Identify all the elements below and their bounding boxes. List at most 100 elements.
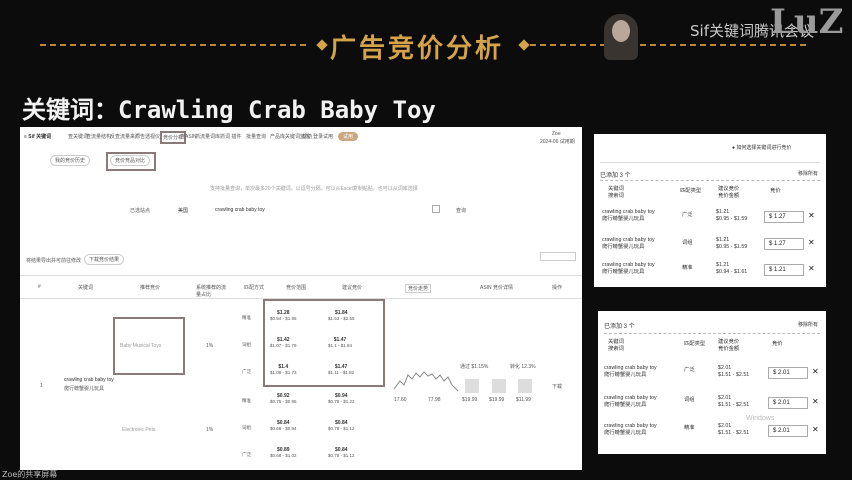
help-hint[interactable]: ● 如何选择关键词进行竞价 (732, 144, 791, 151)
match-type: 广泛 (242, 452, 251, 457)
asin-price: $19.99 (489, 397, 505, 403)
col-suggested: 建议竞价 (342, 285, 363, 291)
sugg-bid: $2.01 (718, 395, 732, 401)
nav-item[interactable]: 批量查询 (246, 133, 266, 140)
currency: $ (769, 241, 773, 247)
presenter-face (612, 20, 630, 42)
share-watermark: Zoe的共享屏幕 (2, 470, 58, 479)
bid-range: $1.08 - $1.73 (270, 370, 297, 375)
bid-input[interactable]: $ 2.01 (768, 367, 808, 379)
nav-item[interactable]: 帮助 (302, 133, 312, 140)
bid-range: $0.68 - $0.94 (270, 426, 297, 431)
col-suggested: 建议竞价 (718, 339, 740, 345)
col-match: 匹配类型 (680, 188, 702, 194)
nav-item[interactable]: 抓词 插件 (220, 133, 241, 140)
row-action[interactable]: 下载 (552, 383, 562, 390)
nav-item[interactable]: 产品库 (270, 133, 285, 140)
app-logo[interactable]: ≡ Sif 关键词 (24, 133, 51, 140)
sugg-cell: $0.84 $0.78 - $1.12 (328, 447, 355, 459)
sugg-bid: $2.01 (718, 423, 732, 429)
asin-thumb[interactable] (465, 379, 479, 393)
sugg-cell: $1.47 $1.11 - $1.82 (328, 364, 354, 376)
remove-all-button[interactable]: 移除所有 (798, 321, 818, 328)
match-type: 广泛 (682, 212, 693, 218)
tab-compare[interactable]: 竞价竞品对比 (110, 155, 151, 166)
asin-price: $19.99 (462, 397, 478, 403)
remove-icon[interactable]: ✕ (808, 238, 815, 247)
added-keyword: crawling crab baby toy (604, 365, 657, 371)
col-action: 操作 (552, 285, 563, 291)
asin-thumb[interactable] (518, 379, 532, 393)
trend-min: 17.60 (394, 397, 407, 403)
sugg-range: $1.11 - $1.82 (328, 370, 355, 375)
added-keywords-panel-2: 已添加 3 个 移除所有 关键词 搜索词 匹配类型 建议竞价 竞价金额 竞价 c… (598, 311, 826, 454)
added-keyword-cn: 爬行螃蟹婴儿玩具 (604, 430, 647, 436)
bid-value: 2.01 (778, 370, 790, 376)
col-asin: ASIN 竞价详情 (480, 285, 514, 291)
col-suggested-sub: 竞价金额 (718, 193, 740, 199)
bid-range: $1.07 - $1.79 (270, 343, 297, 348)
top-nav: ≡ Sif 关键词 查关键词 查流量结构 反查流量来源 广告透视仪 竞价分析 查… (20, 131, 582, 145)
trial-button[interactable]: 试用 (338, 132, 359, 141)
col-bid: 竞价 (772, 341, 783, 347)
bid-cell: $0.84 $0.68 - $0.94 (270, 420, 297, 432)
added-keywords-panel-1: ● 如何选择关键词进行竞价 已添加 3 个 移除所有 关键词 搜索词 匹配类型 … (594, 134, 826, 287)
tab-history[interactable]: 我的竞价历史 (50, 155, 91, 166)
remove-icon[interactable]: ✕ (808, 264, 815, 273)
col-keyword: 关键词 (608, 339, 624, 345)
currency: $ (769, 267, 773, 273)
help-hint-text: 如何选择关键词进行竞价 (736, 145, 792, 151)
site-select[interactable]: 美国 (178, 207, 188, 214)
keyword-input[interactable]: crawling crab baby toy (215, 207, 265, 213)
nav-item[interactable]: 抓流量词库 (195, 133, 220, 140)
keyword-title: 关键词：Crawling Crab Baby Toy (22, 96, 436, 124)
added-keyword: crawling crab baby toy (604, 423, 657, 429)
table-header: # 关键词 推荐竞价 系统推荐的流量占比 匹配方式 竞价范围 建议竞价 竞价走势… (20, 284, 582, 298)
col-match: 匹配类型 (684, 341, 706, 347)
currency: $ (773, 400, 777, 406)
bid-trend-sparkline (393, 371, 459, 392)
bid-input[interactable]: $ 2.01 (768, 397, 808, 409)
remove-all-button[interactable]: 移除所有 (798, 170, 818, 177)
sugg-cell: $1.84 $1.53 - $2.55 (328, 310, 355, 322)
nav-item[interactable]: 试用 (323, 133, 333, 140)
header-rule-right (530, 44, 810, 46)
search-button[interactable]: 查询 (456, 207, 466, 214)
panel-header: 已添加 3 个 (600, 173, 631, 179)
nav-item[interactable]: 查流量结构 (86, 133, 111, 140)
bid-input[interactable]: $ 2.01 (768, 425, 808, 437)
row-keyword[interactable]: crawling crab baby toy (64, 377, 114, 383)
remove-icon[interactable]: ✕ (812, 425, 819, 434)
bid-input[interactable]: $ 1.27 (764, 238, 804, 250)
col-suggested: 建议竞价 (718, 186, 740, 192)
sugg-cell: $0.94 $0.78 - $1.23 (328, 393, 355, 405)
currency: $ (773, 428, 777, 434)
match-type: 精准 (242, 398, 251, 403)
remove-icon[interactable]: ✕ (812, 367, 819, 376)
nav-item[interactable]: 广告透视仪 (135, 133, 160, 140)
sugg-range: $1.51 - $2.51 (718, 402, 750, 408)
sugg-range: $0.95 - $1.59 (716, 216, 748, 222)
col-keyword-sub: 搜索词 (608, 346, 624, 352)
bid-analysis-screenshot: ≡ Sif 关键词 查关键词 查流量结构 反查流量来源 广告透视仪 竞价分析 查… (20, 127, 582, 470)
col-trend[interactable]: 竞价走势 (405, 284, 432, 293)
bid-value: 1.27 (774, 214, 786, 220)
panel-header: 已添加 3 个 (604, 324, 635, 330)
bid-input[interactable]: $ 1.21 (764, 264, 804, 276)
remove-icon[interactable]: ✕ (808, 211, 815, 220)
asin-metric-2: 转化 12.3% (510, 364, 536, 370)
asin-thumb[interactable] (492, 379, 506, 393)
row-index: 1 (40, 383, 43, 389)
bid-input[interactable]: $ 1.27 (764, 211, 804, 223)
pagination-control[interactable] (540, 252, 576, 261)
search-icon[interactable] (432, 205, 440, 213)
export-button[interactable]: 下载竞价结果 (84, 254, 125, 265)
bid-value: 1.27 (774, 241, 786, 247)
luz-logo: LuZ (770, 2, 844, 42)
remove-icon[interactable]: ✕ (812, 397, 819, 406)
category-label-2: Electronic Pets (122, 427, 156, 433)
nav-item[interactable]: 查关键词 (68, 133, 88, 140)
nav-item[interactable]: 登录 (313, 133, 323, 140)
match-type: 词组 (242, 342, 251, 347)
col-bid: 竞价 (770, 188, 781, 194)
